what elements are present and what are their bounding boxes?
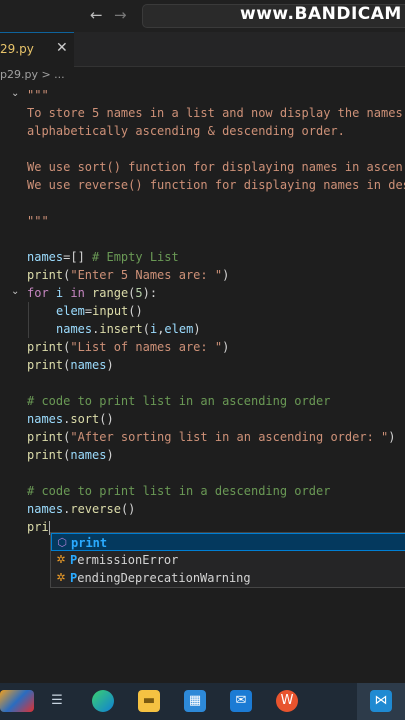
breadcrumb[interactable]: p29.py > ...	[0, 68, 65, 81]
code-line-11: names.insert(i,elem)	[56, 322, 201, 336]
arrow-left-icon[interactable]: ←	[90, 6, 103, 24]
code-line-5: We use reverse() function for displaying…	[27, 178, 405, 192]
code-line-10: elem=input()	[56, 304, 143, 318]
code-line-15: names.sort()	[27, 412, 114, 426]
tab-label: 29.py	[0, 42, 34, 56]
code-line-19: names.reverse()	[27, 502, 136, 516]
cube-icon: ⬡	[57, 536, 67, 549]
code-line-18: # code to print list in a descending ord…	[27, 484, 331, 498]
code-line-13: print(names)	[27, 358, 114, 372]
code-line-3: alphabetically ascending & descending or…	[27, 124, 345, 138]
file-explorer-icon[interactable]: ▬	[138, 690, 160, 712]
code-line-9: for i in range(5):	[27, 286, 158, 300]
browser-toolbar: ← → www.BANDICAM	[0, 0, 405, 32]
code-line-20[interactable]: pri	[27, 518, 50, 536]
task-view-icon[interactable]: ☰	[46, 690, 68, 712]
suggestion-pendingdeprecationwarning[interactable]: ✲ PendingDeprecationWarning	[51, 569, 405, 587]
code-line-8: print("Enter 5 Names are: ")	[27, 268, 230, 282]
code-line-16: print("After sorting list in an ascendin…	[27, 430, 396, 444]
edge-browser-icon[interactable]	[92, 690, 114, 712]
autocomplete-widget: ⬡ print ✲ PermissionError ✲ PendingDepre…	[50, 532, 405, 588]
store-icon[interactable]: ▦	[184, 690, 206, 712]
vscode-taskbar-button[interactable]: ⋈	[357, 683, 405, 720]
code-line-12: print("List of names are: ")	[27, 340, 230, 354]
code-line-14: # code to print list in an ascending ord…	[27, 394, 331, 408]
tab-p29[interactable]: 29.py ✕	[0, 32, 74, 67]
code-line-1: """	[27, 88, 49, 102]
editor-tab-bar: 29.py ✕	[0, 32, 405, 67]
code-line-17: print(names)	[27, 448, 114, 462]
wps-office-icon[interactable]: W	[276, 690, 298, 712]
taskbar: ☰ ▬ ▦ ✉ W	[0, 683, 405, 720]
chevron-down-icon[interactable]: ⌄	[11, 88, 19, 99]
class-icon: ✲	[56, 553, 66, 566]
code-line-2: To store 5 names in a list and now displ…	[27, 106, 403, 120]
code-line-7: names=[] # Empty List	[27, 250, 179, 264]
windows-start-icon[interactable]	[0, 690, 34, 712]
vscode-icon: ⋈	[370, 690, 392, 712]
code-line-4: We use sort() function for displaying na…	[27, 160, 403, 174]
chevron-down-icon[interactable]: ⌄	[11, 286, 19, 297]
close-icon[interactable]: ✕	[56, 40, 68, 56]
indent-guide	[28, 302, 29, 338]
mail-icon[interactable]: ✉	[230, 690, 252, 712]
suggestion-print[interactable]: ⬡ print	[51, 533, 405, 551]
arrow-right-icon[interactable]: →	[114, 6, 127, 24]
suggestion-permissionerror[interactable]: ✲ PermissionError	[51, 551, 405, 569]
class-icon: ✲	[56, 571, 66, 584]
code-line-6: """	[27, 214, 49, 228]
watermark: www.BANDICAM	[240, 4, 402, 24]
